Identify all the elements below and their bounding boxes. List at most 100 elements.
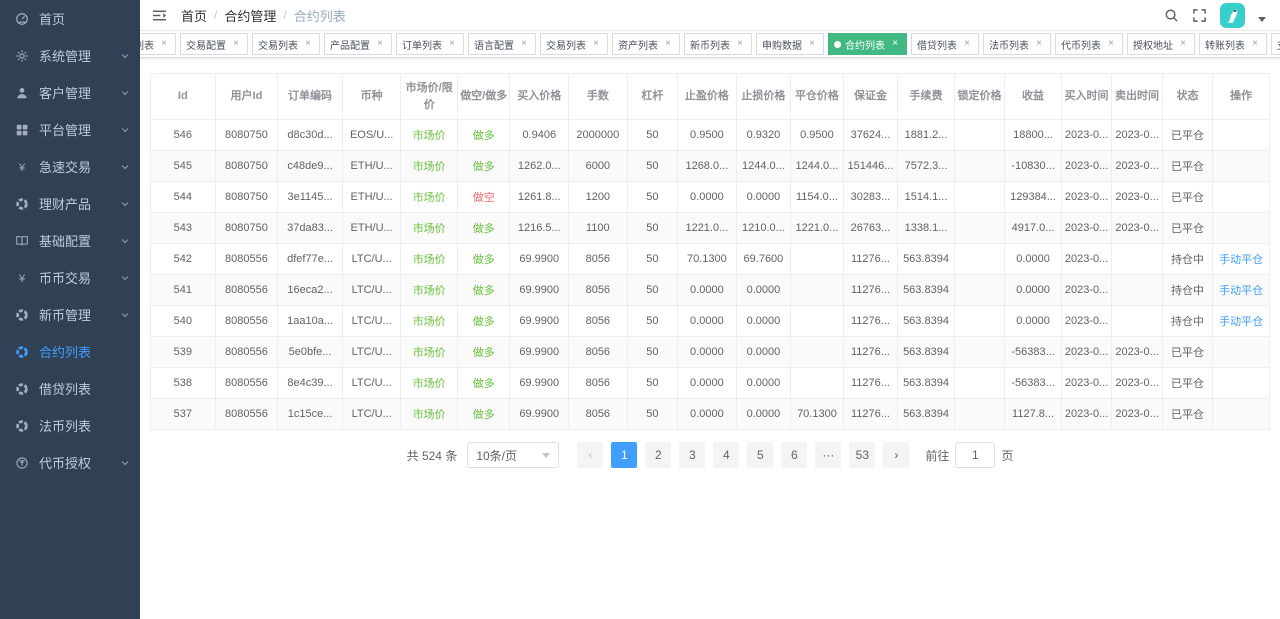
page-button[interactable]: 6 — [781, 442, 807, 468]
sidebar-item[interactable]: ¥急速交易 — [0, 148, 140, 185]
chevron-down-icon — [120, 51, 130, 61]
tab-item[interactable]: 借贷列表× — [911, 33, 979, 55]
table-cell: 541 — [151, 275, 216, 306]
table-cell: 做多 — [457, 275, 510, 306]
sidebar-item[interactable]: 代币授权 — [0, 444, 140, 481]
close-icon[interactable]: × — [1177, 38, 1189, 50]
sidebar-item[interactable]: 首页 — [0, 0, 140, 37]
table-row: 54480807503e1145...ETH/U...市场价做空1261.8..… — [151, 182, 1270, 213]
chevron-down-icon — [120, 199, 130, 209]
table-cell — [954, 244, 1004, 275]
tab-item[interactable]: 转账列表× — [1199, 33, 1267, 55]
sidebar-item[interactable]: 借贷列表 — [0, 370, 140, 407]
fullscreen-icon[interactable] — [1192, 8, 1207, 23]
page-button[interactable]: 3 — [679, 442, 705, 468]
tab-item[interactable]: 交易配置× — [180, 33, 248, 55]
table-cell: 1221.0... — [678, 213, 737, 244]
table-cell: 543 — [151, 213, 216, 244]
navbar-actions — [1164, 3, 1266, 28]
manual-close-link[interactable]: 手动平仓 — [1219, 316, 1263, 328]
table-cell — [1213, 368, 1270, 399]
avatar[interactable] — [1220, 3, 1245, 28]
close-icon[interactable]: × — [230, 38, 242, 50]
sidebar-item[interactable]: 法币列表 — [0, 407, 140, 444]
tab-item[interactable]: 交易列表× — [252, 33, 320, 55]
goto-suffix: 页 — [1001, 447, 1013, 464]
tab-item[interactable]: 代币列表× — [1055, 33, 1123, 55]
close-icon[interactable]: × — [734, 38, 746, 50]
search-icon[interactable] — [1164, 8, 1179, 23]
close-icon[interactable]: × — [889, 38, 901, 50]
table-cell: LTC/U... — [342, 306, 401, 337]
column-header: 币种 — [342, 74, 401, 120]
tab-item[interactable]: 产品配置× — [324, 33, 392, 55]
page-button[interactable]: 2 — [645, 442, 671, 468]
close-icon[interactable]: × — [518, 38, 530, 50]
tab-item[interactable]: 语言配置× — [468, 33, 536, 55]
table-cell: 手动平仓 — [1213, 275, 1270, 306]
close-icon[interactable]: × — [374, 38, 386, 50]
column-header: 止盈价格 — [678, 74, 737, 120]
close-icon[interactable]: × — [806, 38, 818, 50]
page-button[interactable]: 4 — [713, 442, 739, 468]
table-cell: 市场价 — [401, 120, 458, 151]
sidebar-item-label: 代币授权 — [39, 453, 120, 472]
close-icon[interactable]: × — [1249, 38, 1261, 50]
tab-item[interactable]: 申购数据 × — [756, 33, 824, 55]
tab-item[interactable]: 新币列表× — [684, 33, 752, 55]
tab-item[interactable]: 订单列表× — [396, 33, 464, 55]
table-cell: 50 — [627, 151, 677, 182]
column-header: 状态 — [1162, 74, 1212, 120]
tab-label: 申购数据 — [762, 37, 802, 52]
table-cell: 做多 — [457, 399, 510, 430]
next-page-button[interactable]: › — [883, 442, 909, 468]
avatar-dropdown-caret[interactable] — [1258, 17, 1266, 22]
sidebar-toggle-icon[interactable] — [152, 8, 167, 23]
close-icon[interactable]: × — [590, 38, 602, 50]
close-icon[interactable]: × — [302, 38, 314, 50]
breadcrumb-section[interactable]: 合约管理 — [224, 6, 276, 25]
page-button[interactable]: 53 — [849, 442, 875, 468]
close-icon[interactable]: × — [961, 38, 973, 50]
tab-item[interactable]: 法币列表× — [983, 33, 1051, 55]
close-icon[interactable]: × — [1105, 38, 1117, 50]
close-icon[interactable]: × — [446, 38, 458, 50]
tab-item[interactable]: 合约列表× — [828, 33, 907, 55]
sidebar-item[interactable]: 平台管理 — [0, 111, 140, 148]
table-cell: ETH/U... — [342, 182, 401, 213]
close-icon[interactable]: × — [662, 38, 674, 50]
page-button[interactable]: 1 — [611, 442, 637, 468]
tab-item[interactable]: 授权地址× — [1127, 33, 1195, 55]
sidebar-item[interactable]: 新币管理 — [0, 296, 140, 333]
column-header: 用户Id — [215, 74, 278, 120]
tab-item[interactable]: 支付方式× — [1271, 33, 1280, 55]
sidebar-item[interactable]: 系统管理 — [0, 37, 140, 74]
table-cell: 11276... — [843, 244, 898, 275]
table-cell: 2023-0... — [1112, 182, 1162, 213]
tab-item[interactable]: 列表× — [140, 33, 176, 55]
page-size-select[interactable]: 10条/页 — [467, 442, 559, 468]
tab-item[interactable]: 资产列表× — [612, 33, 680, 55]
close-icon[interactable]: × — [1033, 38, 1045, 50]
sidebar-item[interactable]: 理财产品 — [0, 185, 140, 222]
sidebar-item[interactable]: ¥币币交易 — [0, 259, 140, 296]
manual-close-link[interactable]: 手动平仓 — [1219, 254, 1263, 266]
goto-page-input[interactable] — [955, 442, 995, 468]
table-cell: 0.0000 — [1005, 275, 1062, 306]
table-cell: 市场价 — [401, 368, 458, 399]
table-cell: 540 — [151, 306, 216, 337]
table-cell: 50 — [627, 368, 677, 399]
prev-page-button[interactable]: ‹ — [577, 442, 603, 468]
active-dot — [834, 41, 841, 48]
table-cell — [791, 368, 844, 399]
page-button[interactable]: 5 — [747, 442, 773, 468]
sidebar-item[interactable]: 基础配置 — [0, 222, 140, 259]
sidebar-item[interactable]: 客户管理 — [0, 74, 140, 111]
breadcrumb-home[interactable]: 首页 — [181, 6, 207, 25]
close-icon[interactable]: × — [158, 38, 170, 50]
sidebar-item[interactable]: 合约列表 — [0, 333, 140, 370]
table-cell: 市场价 — [401, 337, 458, 368]
manual-close-link[interactable]: 手动平仓 — [1219, 285, 1263, 297]
more-pages-button[interactable]: ··· — [815, 442, 841, 468]
tab-item[interactable]: 交易列表× — [540, 33, 608, 55]
